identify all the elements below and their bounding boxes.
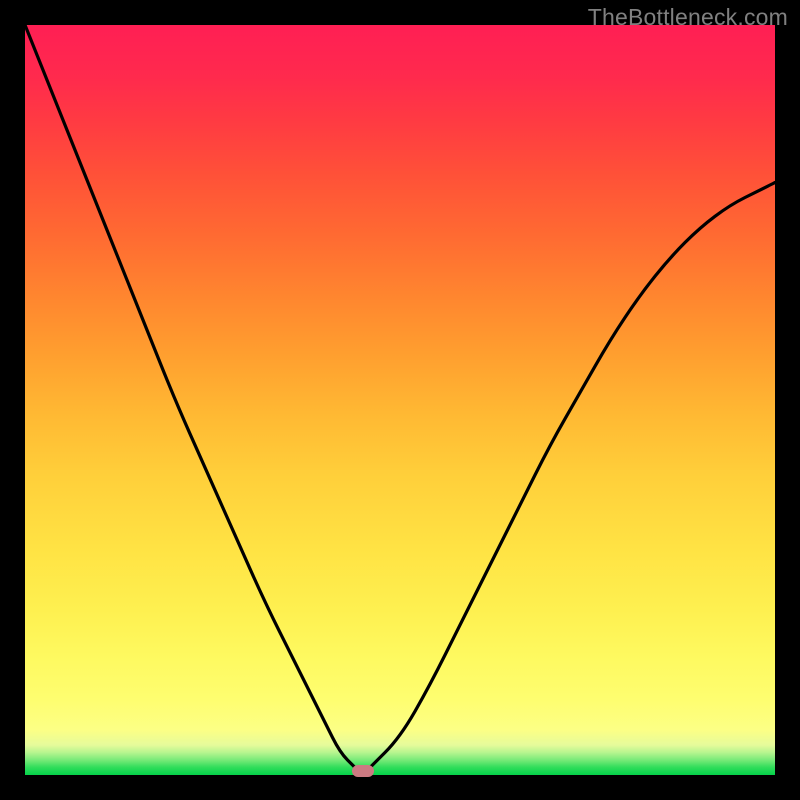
minimum-marker — [352, 765, 374, 777]
plot-area — [25, 25, 775, 775]
chart-frame: TheBottleneck.com — [0, 0, 800, 800]
watermark-text: TheBottleneck.com — [588, 4, 788, 31]
bottleneck-curve-path — [25, 25, 775, 773]
curve-svg — [25, 25, 775, 775]
